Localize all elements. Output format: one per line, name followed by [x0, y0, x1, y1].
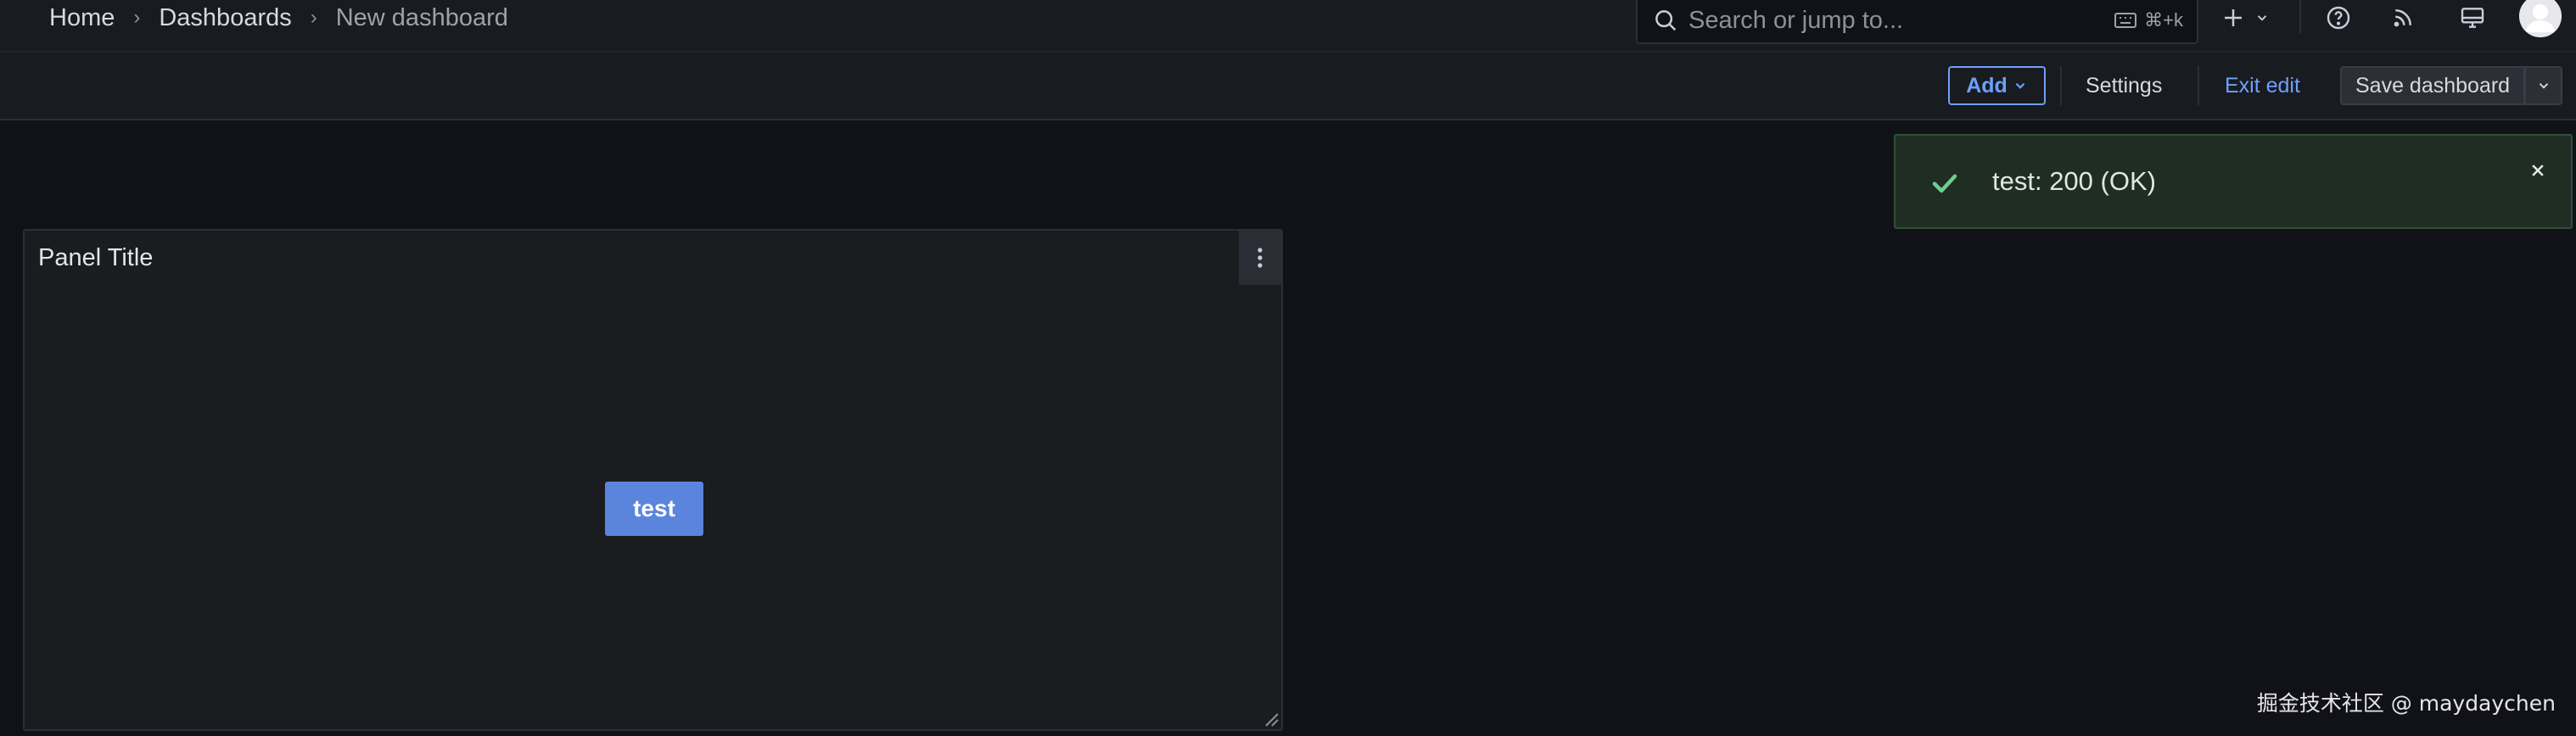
divider	[2198, 66, 2199, 105]
check-icon	[1932, 174, 1957, 193]
monitor-icon[interactable]	[2454, 0, 2491, 36]
help-icon[interactable]	[2320, 0, 2357, 36]
breadcrumb-home[interactable]: Home	[49, 4, 115, 32]
close-icon[interactable]	[2527, 159, 2549, 181]
save-dashboard-group: Save dashboard	[2340, 66, 2563, 105]
divider	[2060, 66, 2062, 105]
panel-menu-button[interactable]	[1239, 231, 1281, 285]
breadcrumb-separator: ›	[133, 6, 141, 29]
panel-title: Panel Title	[38, 244, 154, 271]
save-options-button[interactable]	[2525, 66, 2563, 105]
resize-handle-icon[interactable]	[1261, 709, 1280, 728]
panel-test-button[interactable]: test	[605, 482, 703, 536]
breadcrumb: Home › Dashboards › New dashboard	[49, 0, 508, 36]
dashboard-panel[interactable]: Panel Title test	[23, 229, 1283, 731]
chevron-down-icon	[2015, 82, 2025, 89]
settings-button[interactable]: Settings	[2070, 66, 2177, 105]
avatar[interactable]	[2519, 0, 2562, 37]
chevron-down-icon	[2539, 83, 2548, 89]
search-icon	[1651, 6, 1680, 35]
chevron-down-icon[interactable]	[2252, 0, 2272, 36]
save-dashboard-button[interactable]: Save dashboard	[2340, 66, 2526, 105]
breadcrumb-separator: ›	[310, 6, 317, 29]
more-vertical-icon	[1257, 248, 1263, 268]
search-input[interactable]: Search or jump to... ⌘+k	[1636, 0, 2198, 44]
new-menu[interactable]	[2215, 0, 2272, 36]
keyboard-shortcut: ⌘+k	[2114, 9, 2183, 31]
dashboard-edit-toolbar: Add Settings Exit edit Save dashboard	[0, 53, 2576, 120]
plus-icon[interactable]	[2215, 0, 2252, 36]
rss-icon[interactable]	[2384, 0, 2422, 36]
breadcrumb-dashboards[interactable]: Dashboards	[159, 4, 291, 32]
breadcrumb-current: New dashboard	[335, 3, 508, 31]
top-navbar: Home › Dashboards › New dashboard Search…	[0, 0, 2576, 53]
watermark: 掘金技术社区 @ maydaychen	[2256, 691, 2556, 716]
add-label: Add	[1966, 73, 2008, 98]
search-placeholder: Search or jump to...	[1688, 6, 1904, 34]
keyboard-icon	[2114, 13, 2137, 28]
shortcut-text: ⌘+k	[2144, 9, 2183, 31]
divider	[2299, 0, 2301, 34]
toast-message: test: 200 (OK)	[1992, 166, 2156, 196]
exit-edit-button[interactable]: Exit edit	[2209, 66, 2316, 105]
success-toast: test: 200 (OK)	[1894, 134, 2573, 229]
add-button[interactable]: Add	[1948, 66, 2046, 105]
